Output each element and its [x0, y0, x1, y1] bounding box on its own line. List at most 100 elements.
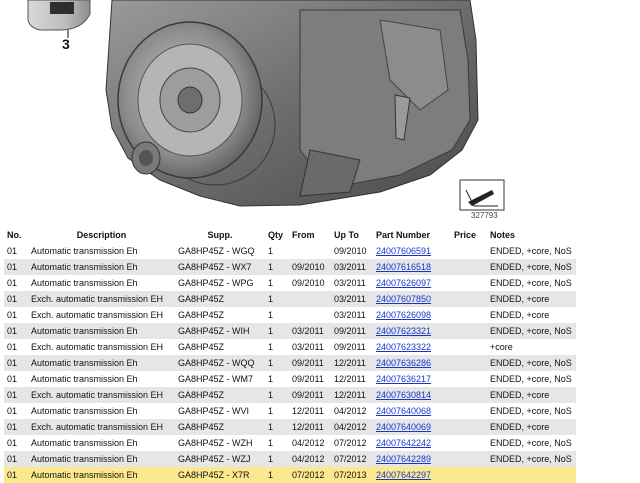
cell-upto: 12/2011 [331, 371, 373, 387]
cell-description: Exch. automatic transmission EH [28, 291, 175, 307]
cell-upto: 03/2011 [331, 291, 373, 307]
part-number-link[interactable]: 24007626097 [376, 278, 431, 288]
cell-from: 04/2012 [289, 435, 331, 451]
cell-description: Automatic transmission Eh [28, 259, 175, 275]
table-row[interactable]: 01 Automatic transmission Eh GA8HP45Z - WX… [4, 259, 576, 275]
cell-qty: 1 [265, 451, 289, 467]
cell-upto: 09/2011 [331, 323, 373, 339]
cell-part-number: 24007640068 [373, 403, 451, 419]
cell-qty: 1 [265, 339, 289, 355]
cell-part-number: 24007616518 [373, 259, 451, 275]
cell-no: 01 [4, 259, 28, 275]
cell-qty: 1 [265, 467, 289, 483]
cell-price [451, 243, 487, 259]
part-number-link[interactable]: 24007636217 [376, 374, 431, 384]
col-header-upto[interactable]: Up To [331, 227, 373, 243]
cell-supp: GA8HP45Z - X7R [175, 467, 265, 483]
cell-part-number: 24007636217 [373, 371, 451, 387]
cell-description: Automatic transmission Eh [28, 355, 175, 371]
col-header-supp[interactable]: Supp. [175, 227, 265, 243]
cell-notes: ENDED, +core, NoS [487, 451, 576, 467]
cell-notes: ENDED, +core, NoS [487, 275, 576, 291]
cell-qty: 1 [265, 435, 289, 451]
cell-supp: GA8HP45Z [175, 387, 265, 403]
cell-notes: ENDED, +core, NoS [487, 323, 576, 339]
table-row[interactable]: 01 Automatic transmission Eh GA8HP45Z - WZ… [4, 435, 576, 451]
table-row[interactable]: 01 Exch. automatic transmission EH GA8HP45… [4, 387, 576, 403]
col-header-description[interactable]: Description [28, 227, 175, 243]
cell-qty: 1 [265, 323, 289, 339]
cell-price [451, 371, 487, 387]
cell-notes: ENDED, +core, NoS [487, 371, 576, 387]
cell-part-number: 24007606591 [373, 243, 451, 259]
cell-upto: 03/2011 [331, 275, 373, 291]
cell-qty: 1 [265, 275, 289, 291]
part-number-link[interactable]: 24007607850 [376, 294, 431, 304]
table-row[interactable]: 01 Automatic transmission Eh GA8HP45Z - WQ… [4, 355, 576, 371]
cell-no: 01 [4, 467, 28, 483]
table-row[interactable]: 01 Exch. automatic transmission EH GA8HP45… [4, 419, 576, 435]
table-row[interactable]: 01 Exch. automatic transmission EH GA8HP45… [4, 339, 576, 355]
part-number-link[interactable]: 24007606591 [376, 246, 431, 256]
cell-from: 09/2011 [289, 371, 331, 387]
cell-notes: ENDED, +core [487, 291, 576, 307]
cell-upto: 03/2011 [331, 307, 373, 323]
cell-supp: GA8HP45Z - WM7 [175, 371, 265, 387]
part-number-link[interactable]: 24007636286 [376, 358, 431, 368]
cell-upto: 07/2012 [331, 435, 373, 451]
part-number-link[interactable]: 24007642297 [376, 470, 431, 480]
cell-notes: ENDED, +core [487, 387, 576, 403]
cell-supp: GA8HP45Z [175, 307, 265, 323]
cell-notes: ENDED, +core, NoS [487, 403, 576, 419]
part-number-link[interactable]: 24007623321 [376, 326, 431, 336]
cell-qty: 1 [265, 355, 289, 371]
cell-from: 04/2012 [289, 451, 331, 467]
table-row[interactable]: 01 Automatic transmission Eh GA8HP45Z - WZ… [4, 451, 576, 467]
cell-no: 01 [4, 387, 28, 403]
cell-notes: ENDED, +core, NoS [487, 435, 576, 451]
part-number-link[interactable]: 24007642289 [376, 454, 431, 464]
col-header-no[interactable]: No. [4, 227, 28, 243]
part-number-link[interactable]: 24007630814 [376, 390, 431, 400]
part-number-link[interactable]: 24007616518 [376, 262, 431, 272]
cell-part-number: 24007623322 [373, 339, 451, 355]
cell-from: 09/2010 [289, 259, 331, 275]
table-row[interactable]: 01 Automatic transmission Eh GA8HP45Z - WM… [4, 371, 576, 387]
cell-notes: +core [487, 339, 576, 355]
cell-notes: ENDED, +core [487, 419, 576, 435]
cell-supp: GA8HP45Z [175, 419, 265, 435]
part-number-link[interactable]: 24007640069 [376, 422, 431, 432]
part-number-link[interactable]: 24007640068 [376, 406, 431, 416]
cell-upto: 12/2011 [331, 355, 373, 371]
part-number-link[interactable]: 24007626098 [376, 310, 431, 320]
col-header-notes[interactable]: Notes [487, 227, 576, 243]
cell-notes: ENDED, +core, NoS [487, 355, 576, 371]
table-row[interactable]: 01 Exch. automatic transmission EH GA8HP45… [4, 307, 576, 323]
part-number-link[interactable]: 24007642242 [376, 438, 431, 448]
cell-description: Automatic transmission Eh [28, 371, 175, 387]
table-row[interactable]: 01 Automatic transmission Eh GA8HP45Z - WI… [4, 323, 576, 339]
part-number-link[interactable]: 24007623322 [376, 342, 431, 352]
cell-part-number: 24007642242 [373, 435, 451, 451]
col-header-from[interactable]: From [289, 227, 331, 243]
table-row[interactable]: 01 Automatic transmission Eh GA8HP45Z - WG… [4, 243, 576, 259]
cell-supp: GA8HP45Z [175, 291, 265, 307]
col-header-qty[interactable]: Qty [265, 227, 289, 243]
col-header-price[interactable]: Price [451, 227, 487, 243]
cell-part-number: 24007623321 [373, 323, 451, 339]
table-row[interactable]: 01 Automatic transmission Eh GA8HP45Z - X7… [4, 467, 576, 483]
parts-table: No. Description Supp. Qty From Up To Par… [4, 227, 576, 483]
col-header-part-number[interactable]: Part Number [373, 227, 451, 243]
cell-no: 01 [4, 371, 28, 387]
cell-upto: 04/2012 [331, 403, 373, 419]
table-row[interactable]: 01 Exch. automatic transmission EH GA8HP45… [4, 291, 576, 307]
cell-from [289, 307, 331, 323]
cell-part-number: 24007642289 [373, 451, 451, 467]
table-row[interactable]: 01 Automatic transmission Eh GA8HP45Z - WP… [4, 275, 576, 291]
cell-from: 09/2011 [289, 355, 331, 371]
cell-no: 01 [4, 451, 28, 467]
cell-qty: 1 [265, 259, 289, 275]
table-row[interactable]: 01 Automatic transmission Eh GA8HP45Z - WV… [4, 403, 576, 419]
transmission-illustration [27, 0, 505, 211]
cell-from: 12/2011 [289, 403, 331, 419]
